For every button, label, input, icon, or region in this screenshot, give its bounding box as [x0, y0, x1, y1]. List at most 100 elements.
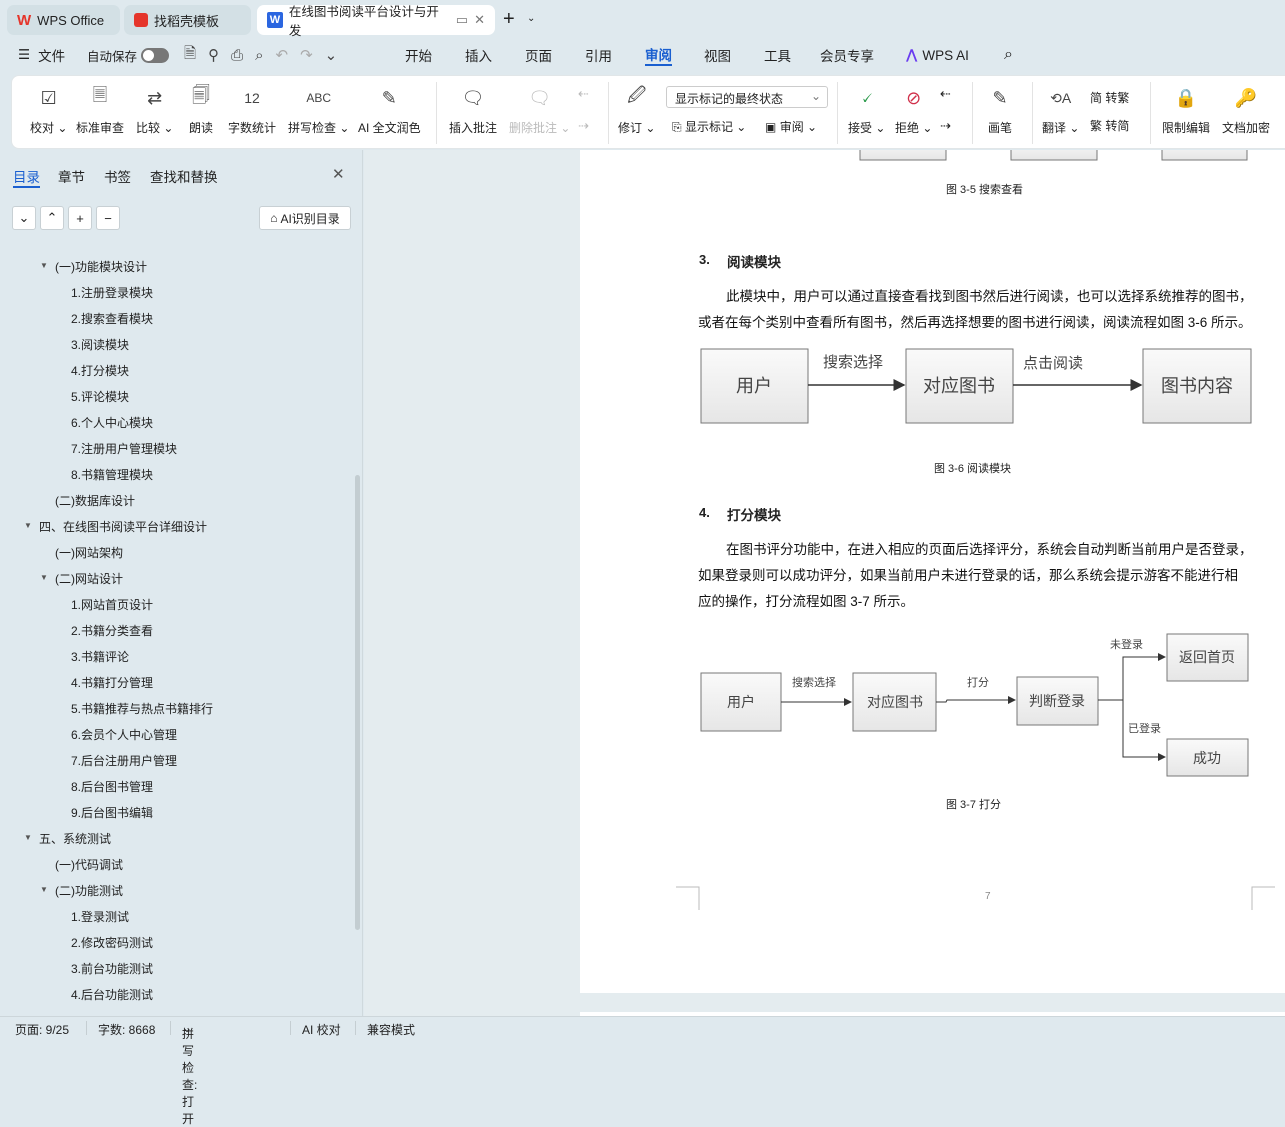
toc-item[interactable]: 四、在线图书阅读平台详细设计: [39, 518, 207, 535]
menu-home[interactable]: 开始: [405, 44, 432, 66]
chevron-down-icon[interactable]: ⌄: [527, 13, 535, 24]
show-markup-button[interactable]: ⎘ 显示标记 ⌄: [672, 118, 746, 135]
to-simplified-button[interactable]: 繁 转简: [1090, 117, 1129, 134]
tab-chapters[interactable]: 章节: [58, 166, 85, 186]
word-count-button[interactable]: 12 字数统计: [228, 76, 276, 136]
ai-polish-button[interactable]: ✎ AI 全文润色: [358, 76, 421, 136]
prev-change-icon[interactable]: ⇠: [940, 86, 951, 102]
menu-view[interactable]: 视图: [704, 44, 731, 66]
collapse-toggle-icon[interactable]: ▼: [40, 573, 48, 582]
toc-item[interactable]: (二)网站设计: [55, 570, 123, 587]
toc-item[interactable]: 5.评论模块: [71, 388, 129, 405]
format-painter-icon[interactable]: ⚲: [208, 46, 219, 64]
tab-document[interactable]: W 在线图书阅读平台设计与开发 ▭ ✕: [257, 5, 495, 38]
tab-docer[interactable]: 找稻壳模板: [124, 5, 251, 35]
tab-bookmarks[interactable]: 书签: [104, 166, 131, 186]
pen-button[interactable]: ✎ 画笔: [987, 76, 1013, 136]
more-icon[interactable]: ⌄: [325, 46, 338, 64]
toc-item[interactable]: 1.网站首页设计: [71, 596, 153, 613]
document-page[interactable]: 用户 对应图书 图书内容 搜索选择 点击阅读 用户 对应图书 判断登录 返回首页…: [580, 150, 1285, 993]
collapse-toggle-icon[interactable]: ▼: [24, 521, 32, 530]
print-icon[interactable]: ⎙: [231, 47, 243, 64]
delete-comment-button[interactable]: 🗨 删除批注 ⌄: [509, 76, 570, 136]
to-traditional-button[interactable]: 简 转繁: [1090, 89, 1129, 106]
restrict-edit-button[interactable]: 🔒 限制编辑: [1162, 76, 1210, 136]
undo-icon[interactable]: ↶: [275, 46, 288, 64]
collapse-toggle-icon[interactable]: ▼: [40, 885, 48, 894]
reject-button[interactable]: ⊘ 拒绝 ⌄: [895, 76, 932, 136]
track-changes-button[interactable]: 🖉 修订 ⌄: [618, 76, 655, 136]
toc-item[interactable]: 5.书籍推荐与热点书籍排行: [71, 700, 213, 717]
toc-item[interactable]: 2.修改密码测试: [71, 934, 153, 951]
toc-item[interactable]: 五、系统测试: [39, 830, 111, 847]
spell-check-button[interactable]: ABC 拼写检查 ⌄: [288, 76, 349, 136]
menu-page[interactable]: 页面: [525, 44, 552, 66]
toc-item[interactable]: (一)代码调试: [55, 856, 123, 873]
proof-button[interactable]: ☑ 校对 ⌄: [30, 76, 67, 136]
toc-item[interactable]: 8.书籍管理模块: [71, 466, 153, 483]
toc-item[interactable]: 9.后台图书编辑: [71, 804, 153, 821]
tab-wps-office[interactable]: W WPS Office: [7, 5, 120, 35]
translate-button[interactable]: ⟲A 翻译 ⌄: [1042, 76, 1079, 136]
accept-button[interactable]: 🗸 接受 ⌄: [848, 76, 885, 136]
next-comment-icon[interactable]: ⇢: [578, 118, 589, 134]
toc-item[interactable]: 7.注册用户管理模块: [71, 440, 177, 457]
add-heading-button[interactable]: +: [68, 206, 92, 230]
redo-icon[interactable]: ↷: [300, 46, 313, 64]
close-icon[interactable]: ✕: [474, 12, 485, 28]
markup-select[interactable]: 显示标记的最终状态 ⌄: [666, 86, 828, 108]
toc-item[interactable]: 4.打分模块: [71, 362, 129, 379]
toc-item[interactable]: 4.书籍打分管理: [71, 674, 153, 691]
toc-item[interactable]: (二)功能测试: [55, 882, 123, 899]
toc-item[interactable]: 2.书籍分类查看: [71, 622, 153, 639]
tab-toc[interactable]: 目录: [13, 166, 40, 188]
scrollbar[interactable]: [355, 475, 360, 930]
toc-item[interactable]: (一)功能模块设计: [55, 258, 147, 275]
toc-item[interactable]: 7.后台注册用户管理: [71, 752, 177, 769]
search-icon[interactable]: ⌕: [1004, 44, 1013, 66]
autosave-toggle[interactable]: 自动保存: [87, 44, 170, 66]
menu-reference[interactable]: 引用: [585, 44, 612, 66]
toc-item[interactable]: 2.搜索查看模块: [71, 310, 153, 327]
menu-tools[interactable]: 工具: [764, 44, 791, 66]
compare-button[interactable]: ⇄ 比较 ⌄: [136, 76, 173, 136]
collapse-toggle-icon[interactable]: ▼: [40, 261, 48, 270]
toggle-switch[interactable]: [141, 47, 170, 63]
menu-member[interactable]: 会员专享: [820, 44, 874, 66]
next-change-icon[interactable]: ⇢: [940, 118, 951, 134]
standard-review-button[interactable]: 🗏 标准审查: [76, 76, 124, 136]
ai-proof-status[interactable]: AI 校对: [302, 1021, 341, 1038]
menu-insert[interactable]: 插入: [465, 44, 492, 66]
spell-check-status[interactable]: 拼写检查: 打开 ⌄: [182, 1021, 197, 1126]
new-tab-icon[interactable]: +: [503, 8, 515, 31]
toc-item[interactable]: (一)网站架构: [55, 544, 123, 561]
screen-icon[interactable]: ▭: [456, 12, 468, 28]
toc-item[interactable]: 6.会员个人中心管理: [71, 726, 177, 743]
close-panel-icon[interactable]: ✕: [332, 165, 345, 183]
toc-item[interactable]: 3.前台功能测试: [71, 960, 153, 977]
expand-all-button[interactable]: ⌄: [12, 206, 36, 230]
print-preview-icon[interactable]: ⌕: [255, 47, 263, 64]
toc-item[interactable]: 8.后台图书管理: [71, 778, 153, 795]
menu-review[interactable]: 审阅: [645, 44, 672, 66]
encrypt-button[interactable]: 🔑 文档加密: [1222, 76, 1270, 136]
prev-comment-icon[interactable]: ⇠: [578, 86, 589, 102]
collapse-toggle-icon[interactable]: ▼: [24, 833, 32, 842]
toc-item[interactable]: 1.登录测试: [71, 908, 129, 925]
review-pane-button[interactable]: ▣ 审阅 ⌄: [765, 118, 817, 135]
toc-item[interactable]: 1.注册登录模块: [71, 284, 153, 301]
toc-item[interactable]: 3.书籍评论: [71, 648, 129, 665]
tab-find-replace[interactable]: 查找和替换: [150, 166, 218, 186]
toc-item[interactable]: 4.后台功能测试: [71, 986, 153, 1003]
remove-heading-button[interactable]: −: [96, 206, 120, 230]
save-icon[interactable]: 🗎: [184, 43, 196, 68]
collapse-button[interactable]: ⌃: [40, 206, 64, 230]
word-count[interactable]: 字数: 8668: [98, 1021, 155, 1038]
ai-toc-button[interactable]: ⌂ AI识别目录: [259, 206, 351, 230]
read-aloud-button[interactable]: 🗐 朗读: [188, 76, 214, 136]
file-menu[interactable]: ☰ 文件: [18, 44, 65, 66]
toc-item[interactable]: 6.个人中心模块: [71, 414, 153, 431]
toc-item[interactable]: (二)数据库设计: [55, 492, 135, 509]
page-indicator[interactable]: 页面: 9/25: [15, 1021, 69, 1038]
insert-comment-button[interactable]: 🗨 插入批注: [449, 76, 497, 136]
